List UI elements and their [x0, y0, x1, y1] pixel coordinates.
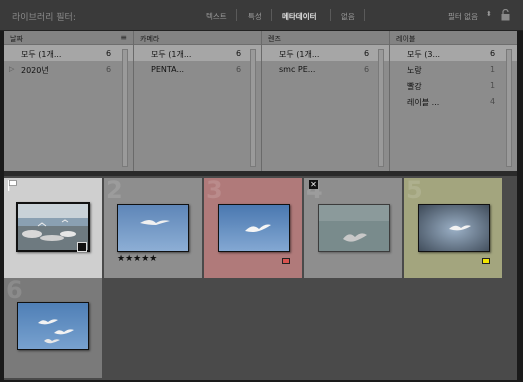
- list-item[interactable]: 모두 (3... 6: [390, 45, 517, 61]
- list-item-count: 6: [236, 65, 242, 74]
- column-header: 렌즈: [262, 31, 389, 45]
- gull-in-flight-image: [419, 205, 489, 251]
- list-item-count: 6: [364, 65, 370, 74]
- list-item-label: smc PE...: [279, 65, 316, 74]
- cell-index: 2: [106, 176, 123, 204]
- list-item-count: 1: [490, 65, 496, 74]
- list-item-label: PENTA...: [151, 65, 185, 74]
- photo-cell[interactable]: 6: [4, 276, 102, 378]
- list-item-count: 4: [490, 97, 496, 106]
- column-title: 카메라: [140, 35, 160, 43]
- tab-none[interactable]: 없음: [341, 11, 355, 22]
- metadata-browser: 날짜 ≡ 모두 (1개... 6 ▷ 2020년 6 카메라 모두 (1개...…: [4, 31, 517, 171]
- disclosure-triangle-icon[interactable]: ▷: [9, 65, 14, 73]
- photo-cell[interactable]: 3: [204, 176, 302, 278]
- library-filter-label: 라이브러리 필터:: [12, 13, 76, 23]
- photo-thumbnail[interactable]: [218, 204, 290, 252]
- list-item-count: 6: [490, 49, 496, 58]
- column-header: 레이블: [390, 31, 517, 45]
- filter-preset-select[interactable]: 필터 없음: [448, 11, 478, 22]
- list-item[interactable]: 모두 (1개... 6: [262, 45, 389, 61]
- list-item-label: 모두 (3...: [407, 50, 441, 59]
- list-item-count: 1: [490, 81, 496, 90]
- column-title: 날짜: [10, 35, 23, 43]
- photo-thumbnail[interactable]: [117, 204, 189, 252]
- list-item[interactable]: 노랑 1: [390, 61, 517, 77]
- tab-divider: [236, 9, 237, 21]
- column-header: 날짜 ≡: [4, 31, 133, 45]
- list-item[interactable]: 빨강 1: [390, 77, 517, 93]
- list-item[interactable]: smc PE... 6: [262, 61, 389, 77]
- list-item-label: 2020년: [21, 66, 49, 75]
- list-item-count: 6: [106, 49, 112, 58]
- column-header: 카메라: [134, 31, 261, 45]
- scrollbar[interactable]: [506, 49, 512, 167]
- column-title: 레이블: [396, 35, 416, 43]
- library-filter-bar: 라이브러리 필터: 텍스트 특성 메타데이터 없음 필터 없음 ⬍: [0, 0, 523, 31]
- cell-index: 3: [206, 176, 223, 204]
- list-item[interactable]: 레이블 ... 4: [390, 93, 517, 109]
- photo-cell[interactable]: [4, 178, 102, 278]
- color-label-badge: [482, 258, 490, 264]
- list-item-count: 6: [364, 49, 370, 58]
- photo-cell[interactable]: 5: [404, 176, 502, 278]
- list-item[interactable]: ▷ 2020년 6: [4, 61, 133, 77]
- list-item-label: 모두 (1개...: [151, 50, 192, 59]
- list-item[interactable]: 모두 (1개... 6: [134, 45, 261, 61]
- pick-flag-icon[interactable]: [8, 180, 17, 191]
- tab-divider: [271, 9, 272, 21]
- star-rating[interactable]: ★★★★★: [117, 254, 157, 264]
- tab-divider: [330, 9, 331, 21]
- column-title: 렌즈: [268, 35, 281, 43]
- photo-cell[interactable]: 4 ✕: [304, 176, 402, 278]
- scrollbar[interactable]: [122, 49, 128, 167]
- scrollbar[interactable]: [378, 49, 384, 167]
- list-item[interactable]: 모두 (1개... 6: [4, 45, 133, 61]
- metadata-column-camera: 카메라 모두 (1개... 6 PENTA... 6: [134, 31, 262, 171]
- cell-index: 6: [6, 276, 23, 304]
- metadata-column-lens: 렌즈 모두 (1개... 6 smc PE... 6: [262, 31, 390, 171]
- photo-cell[interactable]: 2 ★★★★★: [104, 176, 202, 278]
- photo-thumbnail[interactable]: [418, 204, 490, 252]
- photo-thumbnail[interactable]: [17, 302, 89, 350]
- list-item-label: 모두 (1개...: [21, 50, 62, 59]
- scrollbar[interactable]: [250, 49, 256, 167]
- gulls-in-flight-image: [18, 303, 88, 349]
- photo-grid: 2 ★★★★★ 3 4 ✕ 5 6: [4, 176, 517, 380]
- chevron-down-icon[interactable]: ⬍: [486, 10, 492, 18]
- list-item-label: 빨강: [407, 82, 422, 91]
- photo-thumbnail[interactable]: [318, 204, 390, 252]
- gull-over-water-image: [319, 205, 389, 251]
- list-item-count: 6: [236, 49, 242, 58]
- list-item-label: 모두 (1개...: [279, 50, 320, 59]
- list-item-label: 노랑: [407, 66, 422, 75]
- list-item-count: 6: [106, 65, 112, 74]
- gull-in-flight-image: [219, 205, 289, 251]
- tab-metadata[interactable]: 메타데이터: [282, 11, 317, 22]
- metadata-column-label: 레이블 모두 (3... 6 노랑 1 빨강 1 레이블 ... 4: [390, 31, 517, 171]
- reject-flag-icon[interactable]: ✕: [309, 180, 318, 189]
- tab-divider: [364, 9, 365, 21]
- tab-attribute[interactable]: 특성: [248, 11, 262, 22]
- edit-badge-icon: [77, 242, 87, 252]
- gull-in-flight-image: [118, 205, 188, 251]
- cell-index: 5: [406, 176, 423, 204]
- metadata-column-date: 날짜 ≡ 모두 (1개... 6 ▷ 2020년 6: [4, 31, 134, 171]
- list-item-label: 레이블 ...: [407, 98, 440, 107]
- lock-icon[interactable]: [501, 9, 510, 21]
- color-label-badge: [282, 258, 290, 264]
- menu-icon[interactable]: ≡: [120, 33, 127, 42]
- list-item[interactable]: PENTA... 6: [134, 61, 261, 77]
- tab-text[interactable]: 텍스트: [206, 11, 227, 22]
